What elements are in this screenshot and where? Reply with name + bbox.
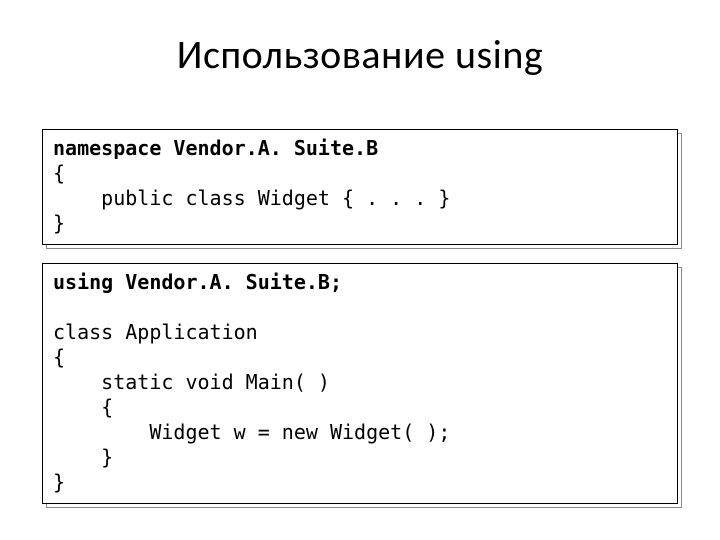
code-line: public class Widget { . . . } xyxy=(53,186,450,210)
code-line: } xyxy=(53,445,113,469)
code-line: } xyxy=(53,470,65,494)
code-line: { xyxy=(53,395,113,419)
code-block-2-wrapper: using Vendor.A. Suite.B; class Applicati… xyxy=(42,263,678,504)
keyword-using: using xyxy=(53,270,113,294)
keyword-namespace: namespace xyxy=(53,136,161,160)
code-block-2: using Vendor.A. Suite.B; class Applicati… xyxy=(42,263,678,504)
code-line: { xyxy=(53,161,65,185)
code-line: { xyxy=(53,345,65,369)
code-line: } xyxy=(53,211,65,235)
code-line: Widget w = new Widget( ); xyxy=(53,420,450,444)
code-line: class Application xyxy=(53,320,258,344)
code-line: static void Main( ) xyxy=(53,370,330,394)
slide-title: Использование using xyxy=(42,30,678,79)
slide: Использование using namespace Vendor.A. … xyxy=(0,0,720,540)
code-block-1-wrapper: namespace Vendor.A. Suite.B { public cla… xyxy=(42,129,678,245)
code-block-1: namespace Vendor.A. Suite.B { public cla… xyxy=(42,129,678,245)
namespace-name: Vendor.A. Suite.B xyxy=(161,136,378,160)
using-name: Vendor.A. Suite.B; xyxy=(113,270,342,294)
